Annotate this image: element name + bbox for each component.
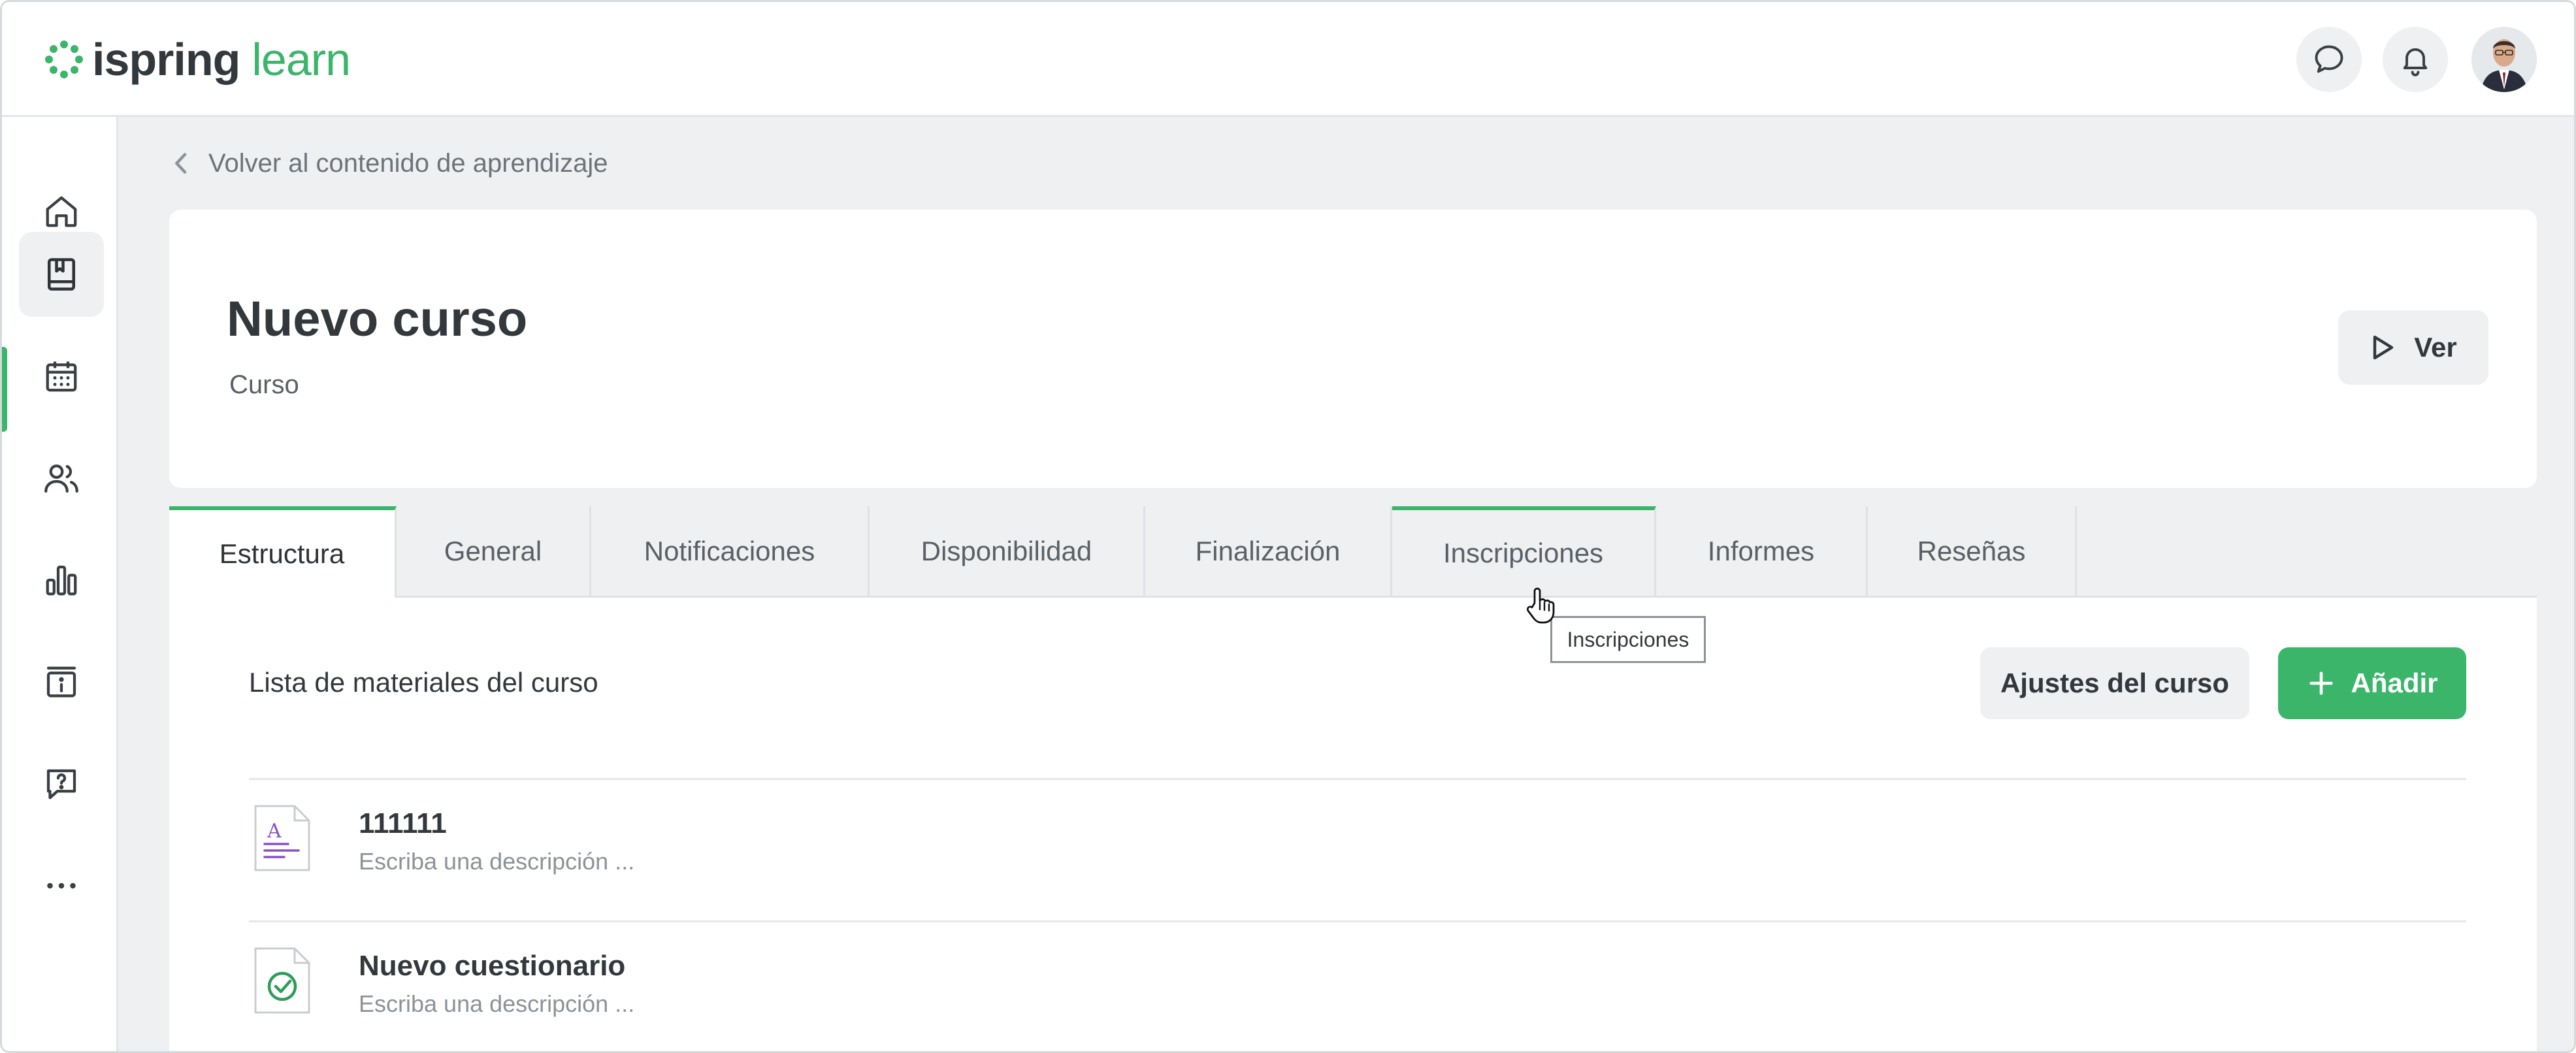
home-icon <box>42 192 81 231</box>
back-link-label: Volver al contenido de aprendizaje <box>208 149 608 178</box>
sidebar-item-info[interactable] <box>19 640 104 724</box>
tab-general[interactable]: General <box>397 506 591 598</box>
tab-notificaciones[interactable]: Notificaciones <box>591 506 870 598</box>
back-link[interactable]: Volver al contenido de aprendizaje <box>173 146 608 181</box>
course-type: Curso <box>229 370 299 400</box>
notifications-button[interactable] <box>2383 27 2448 92</box>
tab-resenas[interactable]: Reseñas <box>1868 506 2077 598</box>
hand-cursor-icon <box>1525 586 1556 625</box>
view-button[interactable]: Ver <box>2338 310 2488 385</box>
tab-estructura[interactable]: Estructura <box>169 506 397 598</box>
more-icon <box>42 866 81 905</box>
tab-inscripciones[interactable]: Inscripciones <box>1392 506 1656 598</box>
info-icon <box>42 662 81 702</box>
course-settings-button[interactable]: Ajustes del curso <box>1980 647 2249 719</box>
page-title: Nuevo curso <box>227 291 527 348</box>
sidebar-item-reports[interactable] <box>19 538 104 623</box>
tab-informes[interactable]: Informes <box>1656 506 1868 598</box>
user-photo-icon <box>2471 27 2537 92</box>
chevron-left-icon <box>173 152 189 175</box>
item-title: Nuevo cuestionario <box>359 950 625 982</box>
item-title: 111111 <box>359 807 447 840</box>
document-icon: A <box>253 803 312 873</box>
calendar-icon <box>42 357 81 396</box>
play-icon <box>2370 333 2396 362</box>
view-button-label: Ver <box>2414 332 2456 363</box>
list-item[interactable]: A 111111 Escriba una descripción ... <box>249 778 2466 920</box>
logo[interactable]: ispringlearn <box>44 33 350 86</box>
tab-bar: Estructura General Notificaciones Dispon… <box>169 506 2537 598</box>
logo-mark-icon <box>44 39 84 80</box>
avatar[interactable] <box>2471 27 2537 92</box>
book-icon <box>42 255 81 294</box>
add-button[interactable]: Añadir <box>2278 647 2466 719</box>
sidebar-item-learning[interactable] <box>19 232 104 317</box>
item-description[interactable]: Escriba una descripción ... <box>359 848 634 875</box>
app-window: ispringlearn <box>0 0 2576 1053</box>
svg-text:A: A <box>267 820 282 843</box>
tab-finalizacion[interactable]: Finalización <box>1145 506 1392 598</box>
sidebar <box>2 117 118 1053</box>
plus-icon <box>2306 668 2336 698</box>
sidebar-item-more[interactable] <box>19 843 104 928</box>
chart-icon <box>42 560 81 600</box>
structure-panel: Lista de materiales del curso Ajustes de… <box>169 598 2537 1053</box>
quiz-icon <box>253 946 312 1015</box>
logo-text-learn: learn <box>252 34 350 85</box>
list-title: Lista de materiales del curso <box>249 667 598 698</box>
add-button-label: Añadir <box>2351 668 2437 699</box>
course-header-card: Nuevo curso Curso Ver <box>169 210 2537 488</box>
sidebar-item-calendar[interactable] <box>19 334 104 419</box>
chat-icon <box>2312 42 2346 76</box>
chat-button[interactable] <box>2296 27 2362 92</box>
users-icon <box>42 459 81 498</box>
sidebar-active-indicator <box>2 347 7 432</box>
top-header: ispringlearn <box>2 2 2576 117</box>
item-description[interactable]: Escriba una descripción ... <box>359 990 634 1018</box>
logo-text-ispring: ispring <box>92 34 240 85</box>
tab-disponibilidad[interactable]: Disponibilidad <box>870 506 1145 598</box>
sidebar-item-users[interactable] <box>19 436 104 521</box>
sidebar-item-help[interactable] <box>19 741 104 826</box>
bell-icon <box>2398 42 2432 76</box>
tooltip: Inscripciones <box>1550 616 1706 663</box>
help-icon <box>42 764 81 803</box>
list-item[interactable]: Nuevo cuestionario Escriba una descripci… <box>249 920 2466 1053</box>
